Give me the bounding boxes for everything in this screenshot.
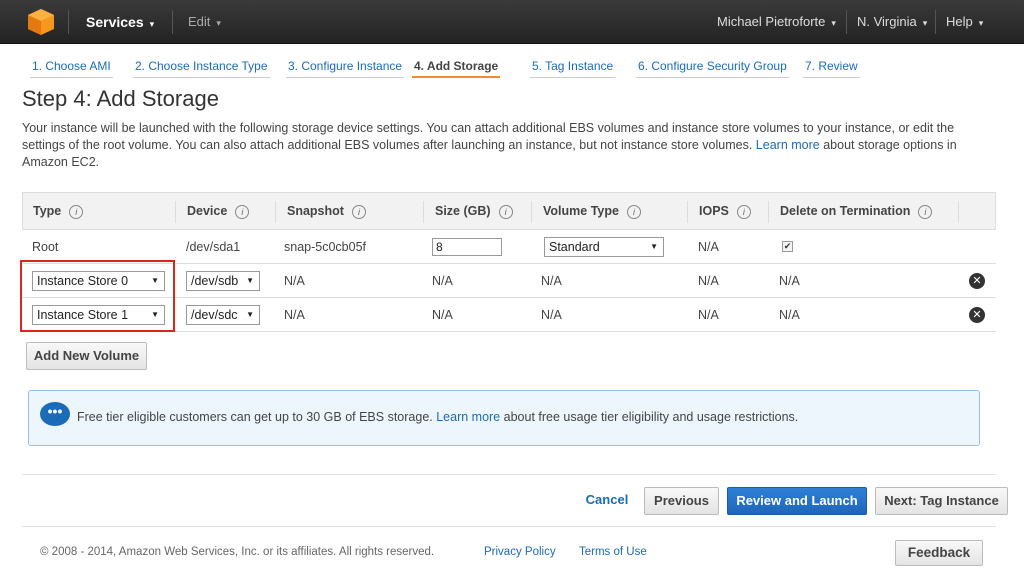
add-new-volume-button[interactable]: Add New Volume [26, 342, 147, 370]
user-menu[interactable]: Michael Pietroforte ▾ [717, 0, 836, 44]
tab-configure-security-group[interactable]: 6. Configure Security Group [636, 54, 789, 78]
select-arrow-icon: ▼ [246, 310, 254, 319]
device-select[interactable]: /dev/sdb ▼ [186, 271, 260, 291]
size-value: N/A [432, 308, 453, 322]
page-title: Step 4: Add Storage [22, 86, 219, 111]
tab-choose-instance-type[interactable]: 2. Choose Instance Type [133, 54, 270, 78]
help-menu-label: Help [946, 14, 973, 29]
privacy-policy-link[interactable]: Privacy Policy [484, 546, 556, 558]
snapshot-value: N/A [284, 274, 305, 288]
aws-logo-icon[interactable] [26, 8, 56, 36]
divider [846, 10, 847, 34]
terms-of-use-link[interactable]: Terms of Use [579, 546, 647, 558]
size-value: N/A [432, 274, 453, 288]
divider [935, 10, 936, 34]
column-header-size: Size (GB) i [435, 193, 513, 231]
column-header-snapshot: Snapshot i [287, 193, 366, 231]
info-icon[interactable]: i [498, 204, 513, 219]
info-icon[interactable]: i [736, 204, 751, 219]
device-select[interactable]: /dev/sdc ▼ [186, 305, 260, 325]
remove-volume-icon[interactable]: ✕ [969, 273, 985, 289]
chevron-down-icon: ▾ [149, 19, 155, 29]
select-arrow-icon: ▼ [650, 242, 658, 251]
snapshot-value: N/A [284, 308, 305, 322]
select-arrow-icon: ▼ [246, 276, 254, 285]
table-row-root: Root /dev/sda1 snap-5c0cb05f 8 Standard ▼… [22, 230, 996, 264]
edit-menu[interactable]: Edit ▾ [188, 0, 221, 44]
cancel-button[interactable]: Cancel [578, 487, 636, 515]
divider [68, 10, 69, 34]
region-menu-label: N. Virginia [857, 14, 917, 29]
info-icon[interactable]: i [235, 204, 250, 219]
divider [22, 474, 996, 475]
snapshot-value: snap-5c0cb05f [284, 240, 367, 254]
info-icon[interactable]: i [351, 204, 366, 219]
top-navigation-bar: Services ▾ Edit ▾ Michael Pietroforte ▾ N. … [0, 0, 1024, 44]
services-menu-label: Services [86, 14, 144, 30]
services-menu[interactable]: Services ▾ [86, 0, 154, 44]
tab-review[interactable]: 7. Review [803, 54, 860, 78]
edit-menu-label: Edit [188, 14, 211, 29]
divider [172, 10, 173, 34]
tab-configure-instance[interactable]: 3. Configure Instance [286, 54, 405, 78]
iops-value: N/A [698, 274, 719, 288]
chevron-down-icon: ▾ [831, 18, 836, 28]
highlight-box [20, 260, 175, 332]
review-and-launch-button[interactable]: Review and Launch [727, 487, 867, 515]
tab-choose-ami[interactable]: 1. Choose AMI [30, 54, 113, 78]
notice-text: Free tier eligible customers can get up … [77, 410, 799, 424]
delete-on-termination-value: N/A [779, 308, 800, 322]
table-header: Type i Device i Snapshot i Size (GB) i Volum… [22, 192, 996, 230]
info-icon[interactable]: i [626, 204, 641, 219]
feedback-button[interactable]: Feedback [895, 540, 983, 566]
chevron-down-icon: ▾ [216, 18, 221, 28]
column-header-delete-on-termination: Delete on Termination i [780, 193, 933, 231]
region-menu[interactable]: N. Virginia ▾ [857, 0, 927, 44]
tab-add-storage[interactable]: 4. Add Storage [412, 54, 501, 78]
tab-tag-instance[interactable]: 5. Tag Instance [530, 54, 616, 78]
free-tier-notice: ••• Free tier eligible customers can get… [28, 390, 980, 446]
info-icon[interactable]: i [69, 204, 84, 219]
user-menu-label: Michael Pietroforte [717, 14, 826, 29]
column-header-device: Device i [187, 193, 250, 231]
chat-bubble-icon: ••• [40, 402, 70, 426]
volume-type-value: N/A [541, 308, 562, 322]
iops-value: N/A [698, 240, 719, 254]
next-tag-instance-button[interactable]: Next: Tag Instance [875, 487, 1008, 515]
volume-type-value: N/A [541, 274, 562, 288]
column-header-iops: IOPS i [699, 193, 751, 231]
page-description: Your instance will be launched with the … [22, 120, 982, 171]
iops-value: N/A [698, 308, 719, 322]
divider [22, 526, 996, 527]
volume-type-select[interactable]: Standard ▼ [544, 237, 664, 257]
remove-volume-icon[interactable]: ✕ [969, 307, 985, 323]
chevron-down-icon: ▾ [922, 18, 928, 28]
help-menu[interactable]: Help ▾ [946, 0, 983, 44]
device-value: /dev/sda1 [186, 240, 241, 254]
learn-more-link[interactable]: Learn more [756, 138, 820, 152]
notice-learn-more-link[interactable]: Learn more [436, 410, 500, 424]
type-value: Root [32, 240, 59, 254]
column-header-type: Type i [33, 193, 84, 231]
info-icon[interactable]: i [918, 204, 933, 219]
previous-button[interactable]: Previous [644, 487, 719, 515]
copyright-text: © 2008 - 2014, Amazon Web Services, Inc.… [40, 546, 435, 558]
delete-on-termination-checkbox[interactable]: ✔ [782, 241, 793, 252]
chevron-down-icon: ▾ [978, 18, 984, 28]
size-input[interactable]: 8 [432, 238, 502, 256]
column-header-volume-type: Volume Type i [543, 193, 641, 231]
delete-on-termination-value: N/A [779, 274, 800, 288]
